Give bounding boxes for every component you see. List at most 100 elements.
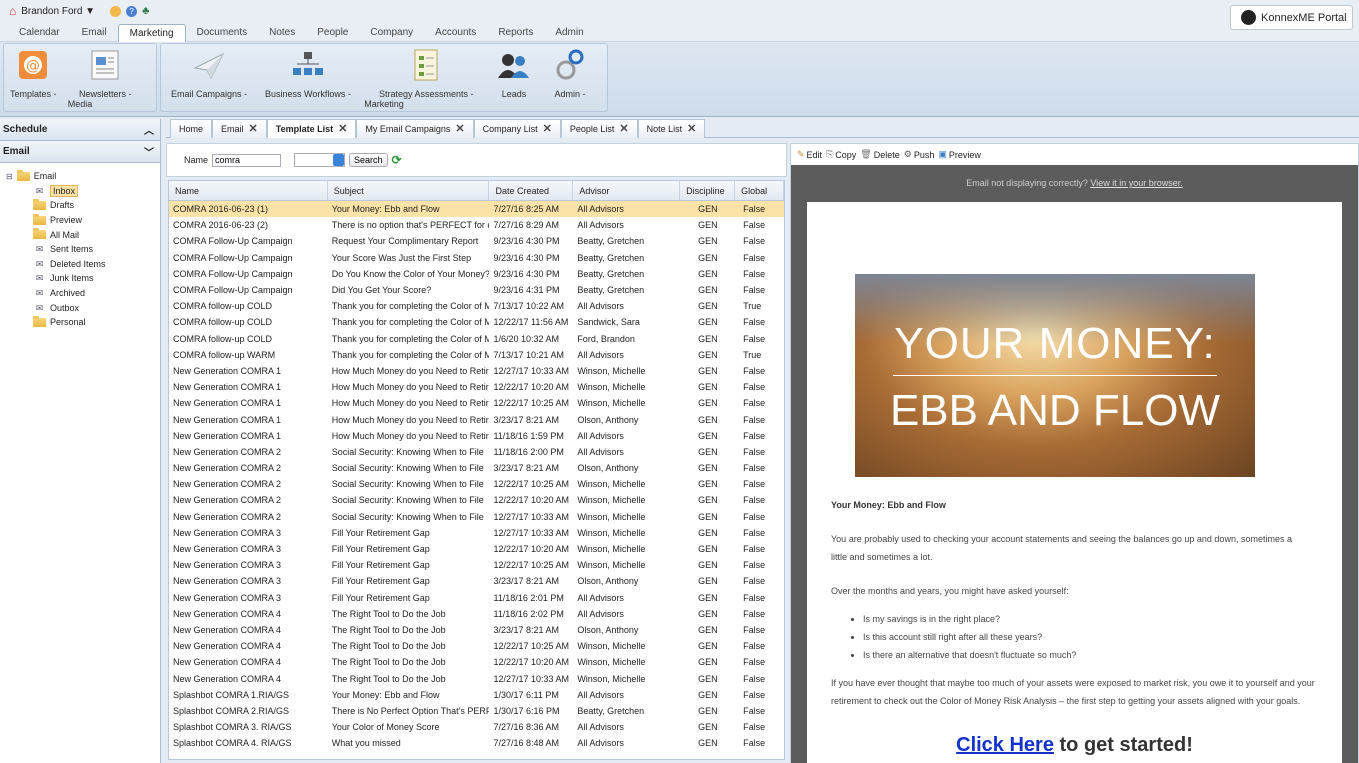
business-workflows-button[interactable]: Business Workflows - (265, 48, 351, 99)
nav-tab-calendar[interactable]: Calendar (8, 24, 71, 42)
table-row[interactable]: COMRA follow-up COLD Thank you for comple… (169, 331, 784, 347)
table-row[interactable]: New Generation COMRA 2 Social Security: K… (169, 460, 784, 476)
click-here-link[interactable]: Click Here (956, 734, 1054, 756)
table-row[interactable]: New Generation COMRA 3 Fill Your Retireme… (169, 590, 784, 606)
table-row[interactable]: New Generation COMRA 2 Social Security: K… (169, 509, 784, 525)
templates-button[interactable]: @ Templates - (10, 48, 57, 99)
table-row[interactable]: New Generation COMRA 2 Social Security: K… (169, 492, 784, 508)
folder-archived[interactable]: ✉ Archived (0, 286, 160, 301)
column-header-date-created[interactable]: Date Created (489, 181, 574, 200)
table-row[interactable]: COMRA 2016-06-23 (2) There is no option t… (169, 217, 784, 233)
tab-home[interactable]: Home (170, 119, 213, 138)
column-header-global[interactable]: Global (735, 181, 784, 200)
table-row[interactable]: COMRA Follow-Up Campaign Request Your Com… (169, 233, 784, 249)
close-icon[interactable]: ✕ (338, 121, 347, 138)
table-row[interactable]: New Generation COMRA 1 How Much Money do … (169, 411, 784, 427)
column-header-subject[interactable]: Subject (328, 181, 490, 200)
table-row[interactable]: New Generation COMRA 4 The Right Tool to … (169, 606, 784, 622)
home-icon[interactable]: ⌂ (9, 4, 16, 18)
tab-email[interactable]: Email ✕ (212, 119, 267, 138)
close-circle-icon[interactable] (110, 5, 122, 17)
table-row[interactable]: New Generation COMRA 1 How Much Money do … (169, 395, 784, 411)
network-icon[interactable]: ♣ (142, 5, 149, 17)
collapse-icon[interactable]: ⊟ (6, 172, 13, 181)
table-row[interactable]: New Generation COMRA 2 Social Security: K… (169, 444, 784, 460)
view-in-browser-link[interactable]: View it in your browser. (1090, 178, 1182, 188)
tree-root-email[interactable]: ⊟ Email (0, 169, 160, 184)
close-icon[interactable]: ✕ (543, 121, 552, 138)
chevron-up-icon[interactable]: ︿ (144, 122, 154, 137)
table-row[interactable]: New Generation COMRA 3 Fill Your Retireme… (169, 525, 784, 541)
table-row[interactable]: New Generation COMRA 3 Fill Your Retireme… (169, 557, 784, 573)
tab-note-list[interactable]: Note List ✕ (637, 119, 706, 138)
email-accordion[interactable]: Email ﹀ (0, 141, 160, 163)
table-row[interactable]: COMRA Follow-Up Campaign Do You Know the … (169, 266, 784, 282)
table-row[interactable]: COMRA Follow-Up Campaign Your Score Was J… (169, 250, 784, 266)
table-row[interactable]: New Generation COMRA 4 The Right Tool to … (169, 622, 784, 638)
table-row[interactable]: New Generation COMRA 4 The Right Tool to … (169, 670, 784, 686)
table-row[interactable]: Splashbot COMRA 3. RIA/GS Your Color of M… (169, 719, 784, 735)
nav-tab-email[interactable]: Email (71, 24, 118, 42)
nav-tab-marketing[interactable]: Marketing (117, 24, 186, 42)
folder-inbox[interactable]: ✉ Inbox (0, 184, 160, 199)
folder-junk-items[interactable]: ✉ Junk Items (0, 271, 160, 286)
tab-people-list[interactable]: People List ✕ (560, 119, 638, 138)
nav-tab-company[interactable]: Company (359, 24, 424, 42)
user-menu[interactable]: Brandon Ford ▼ (21, 6, 95, 17)
nav-tab-notes[interactable]: Notes (258, 24, 306, 42)
filter-select[interactable] (294, 153, 346, 167)
table-row[interactable]: Splashbot COMRA 2.RIA/GS There is No Perf… (169, 703, 784, 719)
table-row[interactable]: New Generation COMRA 3 Fill Your Retireme… (169, 541, 784, 557)
table-row[interactable]: COMRA follow-up COLD Thank you for comple… (169, 314, 784, 330)
email-campaigns-button[interactable]: Email Campaigns - (171, 48, 247, 99)
nav-tab-accounts[interactable]: Accounts (424, 24, 487, 42)
table-row[interactable]: New Generation COMRA 2 Social Security: K… (169, 476, 784, 492)
folder-preview[interactable]: Preview (0, 213, 160, 228)
table-row[interactable]: New Generation COMRA 4 The Right Tool to … (169, 654, 784, 670)
table-row[interactable]: Splashbot COMRA 1.RIA/GS Your Money: Ebb … (169, 687, 784, 703)
refresh-icon[interactable]: ⟳ (392, 153, 402, 167)
edit-button[interactable]: ✎ Edit (797, 149, 822, 160)
table-row[interactable]: New Generation COMRA 3 Fill Your Retireme… (169, 573, 784, 589)
folder-all-mail[interactable]: All Mail (0, 227, 160, 242)
folder-deleted-items[interactable]: ✉ Deleted Items (0, 257, 160, 272)
table-row[interactable]: New Generation COMRA 1 How Much Money do … (169, 428, 784, 444)
tab-my-email-campaigns[interactable]: My Email Campaigns ✕ (356, 119, 474, 138)
folder-personal[interactable]: Personal (0, 315, 160, 330)
name-search-input[interactable] (212, 153, 282, 167)
folder-drafts[interactable]: Drafts (0, 198, 160, 213)
preview-button[interactable]: ▣ Preview (938, 149, 981, 160)
push-button[interactable]: ⚙ Push (904, 149, 935, 160)
close-icon[interactable]: ✕ (619, 121, 628, 138)
nav-tab-people[interactable]: People (306, 24, 359, 42)
table-row[interactable]: COMRA follow-up COLD Thank you for comple… (169, 298, 784, 314)
search-button[interactable]: Search (349, 153, 388, 167)
nav-tab-admin[interactable]: Admin (544, 24, 594, 42)
column-header-advisor[interactable]: Advisor (573, 181, 681, 200)
portal-button[interactable]: KonnexME Portal (1230, 5, 1353, 30)
close-icon[interactable]: ✕ (455, 121, 464, 138)
admin-button[interactable]: Admin - (553, 48, 587, 99)
tab-template-list[interactable]: Template List ✕ (266, 119, 357, 138)
delete-button[interactable]: 🗑 Delete (860, 149, 899, 160)
newsletters-button[interactable]: Newsletters - (79, 48, 132, 99)
column-header-name[interactable]: Name (169, 181, 328, 200)
table-row[interactable]: New Generation COMRA 1 How Much Money do … (169, 379, 784, 395)
chevron-down-icon[interactable]: ﹀ (144, 144, 154, 159)
folder-outbox[interactable]: ✉ Outbox (0, 300, 160, 315)
close-icon[interactable]: ✕ (249, 121, 258, 138)
copy-button[interactable]: ⎘ Copy (826, 149, 856, 160)
table-row[interactable]: Splashbot COMRA 4. RIA/GS What you missed… (169, 735, 784, 751)
close-icon[interactable]: ✕ (687, 121, 696, 138)
folder-sent-items[interactable]: ✉ Sent Items (0, 242, 160, 257)
table-row[interactable]: New Generation COMRA 1 How Much Money do … (169, 363, 784, 379)
schedule-accordion[interactable]: Schedule ︿ (0, 119, 160, 141)
table-row[interactable]: COMRA follow-up WARM Thank you for comple… (169, 347, 784, 363)
nav-tab-documents[interactable]: Documents (186, 24, 259, 42)
column-header-discipline[interactable]: Discipline (680, 181, 736, 200)
table-row[interactable]: New Generation COMRA 4 The Right Tool to … (169, 638, 784, 654)
table-row[interactable]: COMRA Follow-Up Campaign Did You Get Your… (169, 282, 784, 298)
help-icon[interactable]: ? (126, 5, 138, 17)
strategy-assessments-button[interactable]: Strategy Assessments - (379, 48, 474, 99)
table-row[interactable]: COMRA 2016-06-23 (1) Your Money: Ebb and … (169, 201, 784, 218)
